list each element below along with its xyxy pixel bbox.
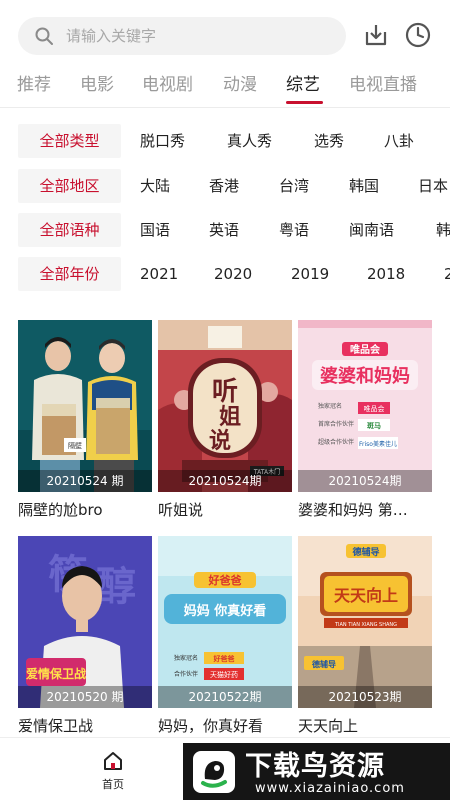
filter-option[interactable]: 选秀: [314, 124, 344, 158]
active-tab-indicator: [286, 101, 323, 104]
poster-image: 好爸爸 妈妈 你真好看 独家冠名 好爸爸 合作伙伴 天猫好药 20210522期: [158, 536, 292, 708]
filter-option[interactable]: 国语: [140, 213, 170, 247]
show-title: 听姐说: [158, 501, 204, 519]
filter-option[interactable]: 八卦: [384, 124, 414, 158]
show-title: 婆婆和妈妈 第…: [298, 501, 408, 519]
poster-image: 德辅导 天天向上 TIAN TIAN XIANG SHANG 德辅导 20210…: [298, 536, 432, 708]
nav-home-label: 首页: [102, 778, 124, 791]
show-title: 妈妈，你真好看: [158, 717, 264, 735]
tab-recommend[interactable]: 推荐: [17, 73, 51, 97]
filter-option[interactable]: 2019: [291, 257, 329, 291]
poster-credit: 独家冠名: [174, 654, 198, 662]
poster-sponsor: 斑马: [367, 421, 381, 430]
poster-subtitle: TIAN TIAN XIANG SHANG: [334, 622, 397, 628]
filter-option[interactable]: 香港: [209, 169, 239, 203]
home-icon: [104, 752, 122, 770]
tab-live-tv[interactable]: 电视直播: [349, 73, 417, 97]
show-card[interactable]: 德辅导 天天向上 TIAN TIAN XIANG SHANG 德辅导 20210…: [298, 536, 432, 736]
poster-title: 妈妈 你真好看: [184, 603, 267, 619]
filter-option[interactable]: 粤语: [279, 213, 309, 247]
poster-title: 天天向上: [334, 586, 398, 605]
filter-all-languages[interactable]: 全部语种: [18, 213, 121, 247]
episode-label: 20210524期: [158, 470, 292, 492]
episode-label: 20210524期: [298, 470, 432, 492]
show-title: 爱情保卫战: [18, 717, 94, 735]
poster-image: 隔壁 20210524 期: [18, 320, 152, 492]
watermark: 下载鸟资源 www.xiazainiao.com: [183, 743, 450, 800]
svg-text:说: 说: [209, 428, 231, 454]
episode-label: 20210524 期: [18, 470, 152, 492]
top-bar: 请输入关键字: [0, 0, 450, 66]
channel-tabs: 推荐 电影 电视剧 动漫 综艺 电视直播: [0, 68, 450, 108]
filter-option[interactable]: 闽南语: [349, 213, 394, 247]
show-title: 隔壁的尬bro: [18, 501, 103, 519]
bird-logo-icon: [193, 751, 235, 793]
poster-image: 筷 醇 爱情保卫战 20210520 期: [18, 536, 152, 708]
tab-variety[interactable]: 综艺: [286, 73, 320, 97]
filter-option[interactable]: 2: [444, 257, 450, 291]
filter-row-year: 全部年份 2021 2020 2019 2018 2: [0, 257, 450, 291]
poster-sponsor: 好爸爸: [213, 654, 235, 663]
tab-movies[interactable]: 电影: [80, 73, 114, 97]
svg-text:隔壁: 隔壁: [68, 441, 82, 450]
search-input[interactable]: 请输入关键字: [66, 26, 156, 46]
episode-label: 20210522期: [158, 686, 292, 708]
poster-brand: 唯品会: [350, 343, 380, 356]
filter-all-years[interactable]: 全部年份: [18, 257, 121, 291]
watermark-title: 下载鸟资源: [245, 751, 385, 782]
show-card[interactable]: 筷 醇 爱情保卫战 20210520 期 爱情保卫战: [18, 536, 152, 736]
episode-label: 20210523期: [298, 686, 432, 708]
show-card[interactable]: 隔壁 20210524 期 隔壁的尬bro: [18, 320, 152, 526]
filter-option[interactable]: 2021: [140, 257, 178, 291]
filter-all-types[interactable]: 全部类型: [18, 124, 121, 158]
poster-title: 婆婆和妈妈: [320, 365, 410, 387]
filter-option[interactable]: 韩国: [349, 169, 379, 203]
tab-anime[interactable]: 动漫: [223, 73, 257, 97]
clock-icon[interactable]: [404, 21, 432, 49]
episode-label: 20210520 期: [18, 686, 152, 708]
filter-option[interactable]: 韩: [436, 213, 450, 247]
poster-image: 唯品会 婆婆和妈妈 独家冠名 唯品会 首席合作伙伴 斑马 超级合作伙伴 Fris…: [298, 320, 432, 492]
poster-sponsor: 唯品会: [364, 404, 385, 413]
poster-credit: 独家冠名: [318, 402, 342, 410]
show-title: 天天向上: [298, 717, 359, 735]
poster-brand: 好爸爸: [208, 573, 242, 587]
poster-image: 听 姐 说 TATA木门 20210524期: [158, 320, 292, 492]
poster-sponsor: 德辅导: [312, 659, 336, 669]
download-icon[interactable]: [362, 21, 390, 49]
filter-option[interactable]: 2018: [367, 257, 405, 291]
filter-row-language: 全部语种 国语 英语 粤语 闽南语 韩: [0, 213, 450, 247]
search-box[interactable]: 请输入关键字: [18, 17, 346, 55]
filter-row-type: 全部类型 脱口秀 真人秀 选秀 八卦: [0, 124, 450, 158]
search-icon: [35, 27, 53, 45]
nav-home[interactable]: 首页: [95, 746, 131, 794]
filter-all-regions[interactable]: 全部地区: [18, 169, 121, 203]
poster-brand: 德辅导: [352, 546, 379, 558]
poster-sponsor: Friso美素佳儿: [359, 440, 397, 448]
filter-option[interactable]: 大陆: [140, 169, 170, 203]
tab-tv-series[interactable]: 电视剧: [142, 73, 193, 97]
filter-option[interactable]: 台湾: [279, 169, 309, 203]
show-card[interactable]: 好爸爸 妈妈 你真好看 独家冠名 好爸爸 合作伙伴 天猫好药 20210522期…: [158, 536, 292, 736]
poster-title: 爱情保卫战: [26, 666, 86, 681]
poster-credit: 首席合作伙伴: [318, 420, 354, 428]
filter-row-region: 全部地区 大陆 香港 台湾 韩国 日本: [0, 169, 450, 203]
watermark-url: www.xiazainiao.com: [255, 781, 405, 796]
filter-option[interactable]: 英语: [209, 213, 239, 247]
show-card[interactable]: 听 姐 说 TATA木门 20210524期 听姐说: [158, 320, 292, 526]
filter-option[interactable]: 2020: [214, 257, 252, 291]
poster-credit: 合作伙伴: [174, 670, 198, 678]
svg-text:醇: 醇: [96, 563, 136, 610]
filter-option[interactable]: 日本: [418, 169, 448, 203]
svg-text:听: 听: [212, 377, 238, 407]
show-card[interactable]: 唯品会 婆婆和妈妈 独家冠名 唯品会 首席合作伙伴 斑马 超级合作伙伴 Fris…: [298, 320, 432, 526]
svg-text:姐: 姐: [219, 404, 241, 430]
poster-credit: 超级合作伙伴: [318, 438, 354, 446]
filter-option[interactable]: 脱口秀: [140, 124, 185, 158]
filter-option[interactable]: 真人秀: [227, 124, 272, 158]
poster-sponsor: 天猫好药: [210, 670, 238, 679]
